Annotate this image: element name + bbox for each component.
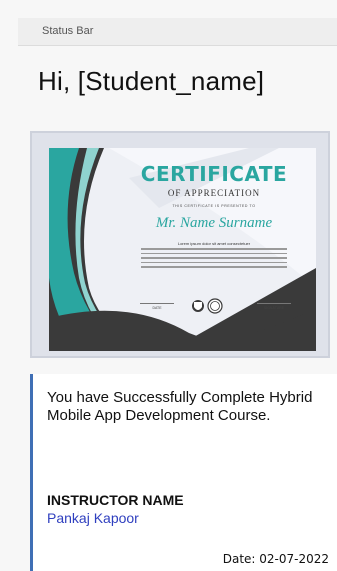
completion-date: Date: 02-07-2022 — [222, 552, 329, 566]
instructor-heading: INSTRUCTOR NAME — [47, 492, 184, 508]
certificate-presented-text: THIS CERTIFICATE IS PRESENTED TO — [172, 204, 256, 208]
screen: Status Bar Hi, [Student_name] CERTIFICAT… — [0, 0, 337, 571]
completion-message: You have Successfully Complete Hybrid Mo… — [47, 389, 313, 424]
certificate-subtitle: OF APPRECIATION — [167, 188, 261, 198]
status-bar: Status Bar — [18, 18, 337, 46]
certificate-signature-line — [257, 303, 291, 304]
completion-card: You have Successfully Complete Hybrid Mo… — [30, 374, 337, 571]
certificate-body-lines — [141, 248, 287, 271]
instructor-name: Pankaj Kapoor — [47, 510, 139, 526]
greeting-title: Hi, [Student_name] — [38, 66, 265, 96]
certificate-frame[interactable]: CERTIFICATE OF APPRECIATION THIS CERTIFI… — [30, 131, 330, 358]
certificate-signature-label: SIGNATURE — [263, 306, 285, 310]
certificate-title: CERTIFICATE — [140, 162, 288, 186]
status-bar-label: Status Bar — [42, 25, 94, 37]
certificate-date-line — [140, 303, 174, 304]
certificate-lorem-heading: Lorem ipsum dolor sit amet consectetuer — [177, 241, 251, 246]
certificate-recipient: Mr. Name Surname — [155, 215, 273, 231]
certificate-date-label: DATE — [152, 306, 162, 310]
certificate-image: CERTIFICATE OF APPRECIATION THIS CERTIFI… — [49, 148, 316, 351]
